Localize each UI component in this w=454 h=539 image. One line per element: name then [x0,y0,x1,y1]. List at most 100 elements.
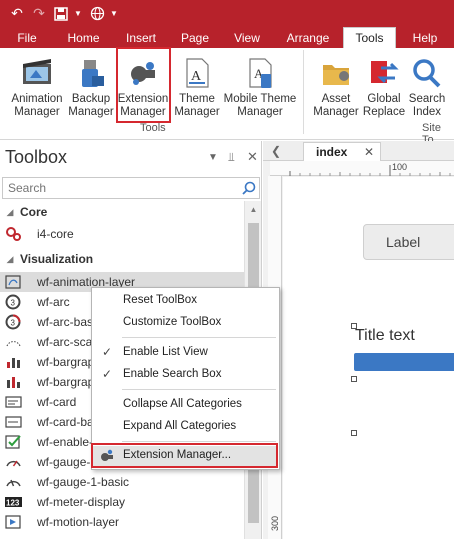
undo-icon[interactable]: ↶ [8,5,26,23]
chevron-left-icon[interactable]: ❮ [271,144,281,158]
menu-item-label: Collapse All Categories [123,398,242,410]
animation-film-icon [23,59,51,84]
svg-text:123: 123 [6,499,20,508]
tab-arrange[interactable]: Arrange [273,27,343,48]
scroll-up-arrow-icon[interactable]: ▲ [245,201,262,218]
document-tab-label: index [316,145,348,159]
toolbox-search-box [2,177,260,199]
close-icon[interactable]: ✕ [247,149,258,165]
mobile-theme-icon: A [249,58,272,88]
ruler-tick-label: 100 [392,162,408,172]
list-item[interactable]: wf-motion-layer [0,512,244,532]
global-replace-button[interactable]: Global Replace [362,52,406,122]
menu-separator [122,441,276,442]
asset-manager-button[interactable]: Asset Manager [310,52,362,122]
theme-document-icon: A [186,58,209,88]
card-basic-icon [5,416,22,428]
quick-access-toolbar: ↶ ↷ ▼ ▼ [0,0,454,27]
svg-text:3: 3 [11,299,16,308]
tab-page[interactable]: Page [169,27,221,48]
tab-view[interactable]: View [221,27,273,48]
ribbon-button-label: Animation Manager [11,93,63,118]
category-core[interactable]: ◢ Core [0,202,244,222]
expand-triangle-icon[interactable]: ◢ [0,254,20,265]
customize-dropdown-icon[interactable]: ▼ [74,9,84,18]
item-label: wf-arc-bas [37,315,94,329]
document-tab-bar: ❮ index ✕ [263,141,454,161]
list-item[interactable]: i4-core [0,224,244,244]
menu-item-label: Expand All Categories [123,420,237,432]
title-text-widget[interactable]: Title text [355,327,415,345]
tab-insert[interactable]: Insert [113,27,169,48]
menu-item-collapse-all-categories[interactable]: Collapse All Categories [93,395,278,415]
animation-manager-button[interactable]: Animation Manager [8,52,66,122]
meter-display-icon: 123 [5,497,22,508]
ribbon-button-label: Search Index [408,93,446,118]
globe-dropdown-icon[interactable]: ▼ [110,9,120,18]
ribbon-button-label: Global Replace [362,93,406,118]
arc-scale-icon [6,341,21,347]
list-item[interactable]: wf-gauge-1-basic [0,472,244,492]
label-widget[interactable]: Label [363,224,454,260]
item-label: wf-meter-display [37,495,126,509]
menu-item-label: Enable Search Box [123,368,222,380]
backup-usb-icon [82,60,104,87]
item-label: wf-arc-scal [37,335,96,349]
menu-item-customize-toolbox[interactable]: Customize ToolBox [93,313,278,333]
ribbon-button-label: Asset Manager [313,93,359,118]
bargraph-icon [7,358,20,368]
menu-item-expand-all-categories[interactable]: Expand All Categories [93,417,278,437]
tab-home[interactable]: Home [54,27,113,48]
menu-item-enable-list-view[interactable]: ✓ Enable List View [93,343,278,363]
arc-basic-icon: 3 [5,314,21,330]
ribbon-button-label: Backup Manager [68,93,114,118]
redo-icon[interactable]: ↷ [30,5,48,23]
category-visualization[interactable]: ◢ Visualization [0,249,244,269]
search-index-icon [413,59,441,88]
bargraph-basic-icon [7,377,20,388]
progress-bar-widget[interactable] [354,353,454,371]
item-label: wf-enable- [37,435,94,449]
theme-manager-button[interactable]: A Theme Manager [174,52,220,122]
tab-index[interactable]: index ✕ [303,142,381,161]
tab-tools[interactable]: Tools [343,27,396,48]
item-label: wf-gauge- [37,455,91,469]
selection-handle[interactable] [351,376,357,382]
expand-triangle-icon[interactable]: ◢ [0,207,20,218]
ribbon-group-divider [303,50,304,134]
menu-item-enable-search-box[interactable]: ✓ Enable Search Box [93,365,278,385]
item-label: wf-bargrap [37,355,95,369]
ribbon-button-label: Mobile Theme Manager [223,93,297,118]
ribbon-group-label-tools: Tools [140,122,166,134]
globe-icon[interactable] [88,5,106,23]
search-icon[interactable] [241,180,257,196]
toolbox-search-input[interactable] [3,178,223,198]
mobile-theme-manager-button[interactable]: A Mobile Theme Manager [222,52,298,122]
enable-check-icon [5,435,21,449]
tab-help[interactable]: Help [396,27,454,48]
panel-menu-dropdown-icon[interactable]: ▼ [208,152,218,163]
save-icon[interactable] [52,5,70,23]
pin-icon[interactable]: ⫫ [228,150,235,165]
menu-item-reset-toolbox[interactable]: Reset ToolBox [93,291,278,311]
backup-manager-button[interactable]: Backup Manager [68,52,114,122]
ribbon-tab-bar: File Home Insert Page View Arrange Tools… [0,27,454,48]
checkmark-icon: ✓ [102,367,113,381]
item-label: wf-card-ba [37,415,94,429]
page-canvas[interactable]: Label Title text [283,177,454,539]
list-item[interactable]: 123 wf-meter-display [0,492,244,512]
global-replace-icon [371,61,399,84]
ribbon-button-label: Theme Manager [174,93,220,118]
card-icon [5,396,22,408]
menu-separator [122,337,276,338]
ruler-tick-label: 300 [270,516,280,532]
item-label: wf-arc [37,295,70,309]
item-label: wf-gauge-1-basic [37,475,130,489]
svg-text:A: A [191,69,202,84]
selection-handle[interactable] [351,430,357,436]
close-icon[interactable]: ✕ [364,145,374,159]
extension-manager-highlight-box [116,47,171,123]
tab-file[interactable]: File [0,27,54,48]
search-index-button[interactable]: Search Index [406,52,448,122]
extension-menu-highlight-box [91,443,278,468]
